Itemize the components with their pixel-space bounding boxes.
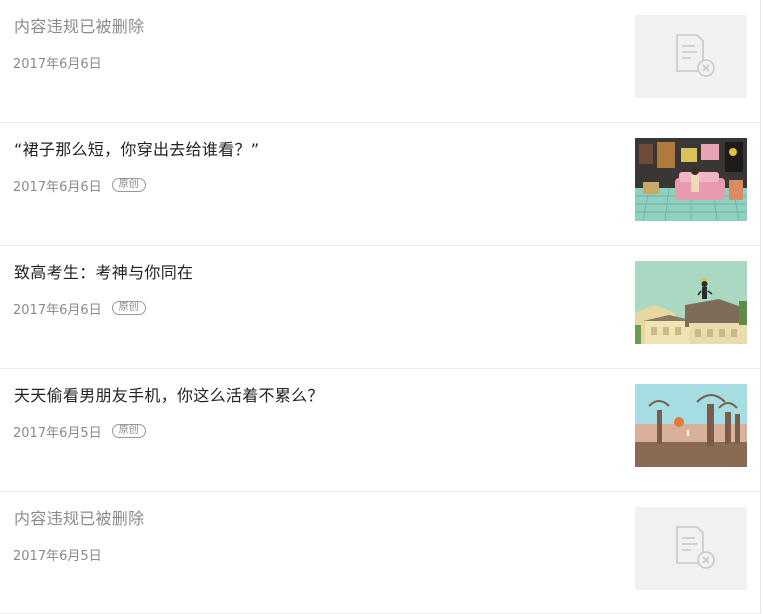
article-title[interactable]: 内容违规已被删除 (14, 16, 144, 38)
article-meta: 2017年6月6日 原创 (13, 299, 146, 318)
deleted-document-icon (676, 34, 715, 77)
deleted-placeholder-thumbnail (635, 507, 747, 590)
article-item[interactable]: 内容违规已被删除 2017年6月5日 (0, 492, 761, 614)
article-title[interactable]: 内容违规已被删除 (14, 508, 144, 530)
deleted-placeholder-thumbnail (635, 15, 747, 98)
article-meta: 2017年6月6日 (13, 53, 102, 72)
article-date: 2017年6月6日 (13, 56, 102, 72)
article-item[interactable]: 天天偷看男朋友手机，你这么活着不累么？ 2017年6月5日 原创 (0, 369, 761, 492)
article-title[interactable]: “裙子那么短，你穿出去给谁看？” (14, 139, 259, 161)
baobab-illustration (635, 384, 747, 467)
article-thumbnail[interactable] (635, 261, 747, 344)
article-item[interactable]: 致高考生：考神与你同在 2017年6月6日 原创 (0, 246, 761, 369)
article-meta: 2017年6月6日 原创 (13, 176, 146, 195)
article-list: 内容违规已被删除 2017年6月6日 “裙子那么短，你穿出去给谁看？” 2017… (0, 0, 761, 614)
rooftops-illustration (635, 261, 747, 344)
article-thumbnail[interactable] (635, 138, 747, 221)
deleted-document-icon (676, 526, 715, 569)
room-illustration (635, 138, 747, 221)
original-badge: 原创 (111, 424, 146, 438)
original-badge: 原创 (111, 301, 146, 315)
original-badge: 原创 (111, 178, 146, 192)
article-thumbnail[interactable] (635, 384, 747, 467)
article-title[interactable]: 天天偷看男朋友手机，你这么活着不累么？ (14, 385, 324, 407)
article-meta: 2017年6月5日 原创 (13, 422, 146, 441)
article-title[interactable]: 致高考生：考神与你同在 (14, 262, 193, 284)
article-item[interactable]: “裙子那么短，你穿出去给谁看？” 2017年6月6日 原创 (0, 123, 761, 246)
article-date: 2017年6月6日 (13, 179, 102, 195)
article-date: 2017年6月5日 (13, 425, 102, 441)
article-date: 2017年6月5日 (13, 548, 102, 564)
article-date: 2017年6月6日 (13, 302, 102, 318)
article-meta: 2017年6月5日 (13, 545, 102, 564)
article-item[interactable]: 内容违规已被删除 2017年6月6日 (0, 0, 761, 123)
